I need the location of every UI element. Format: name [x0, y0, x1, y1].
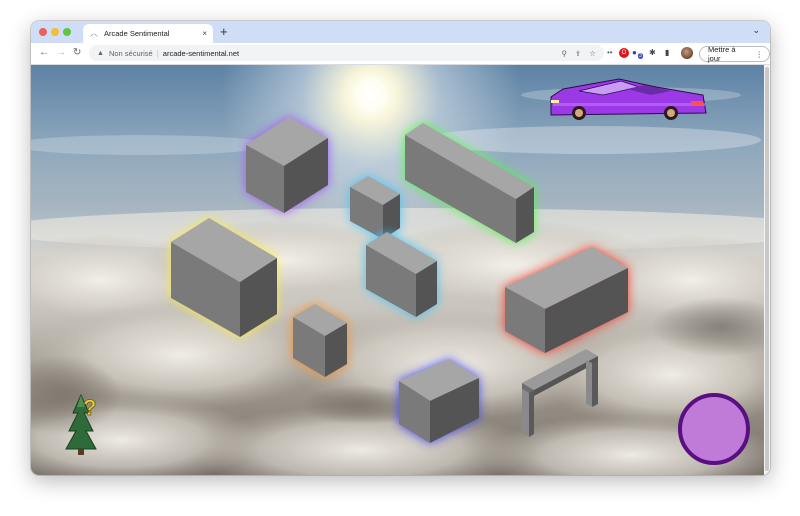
browser-window: ⸝⸜ Arcade Sentimental × + ⌄ ← → ↻ ▲ Non … [31, 21, 770, 475]
extension-badge-icon[interactable]: ● 3 [632, 47, 643, 59]
vertical-scrollbar[interactable] [764, 65, 770, 475]
tab-search-chevron-icon[interactable]: ⌄ [752, 25, 760, 36]
update-button[interactable]: Mettre à jour ⋮ [699, 45, 770, 63]
address-separator: | [156, 48, 159, 58]
action-button[interactable] [678, 393, 750, 465]
tab-title: Arcade Sentimental [104, 29, 170, 38]
puzzle-dots-icon[interactable]: •• [607, 47, 613, 59]
zoom-window-button[interactable] [63, 28, 71, 36]
update-button-label: Mettre à jour [708, 45, 736, 63]
tab-arcade-sentimental[interactable]: ⸝⸜ Arcade Sentimental × [83, 24, 213, 43]
url-text[interactable]: arcade-sentimental.net [163, 49, 562, 58]
reload-icon[interactable]: ↻ [73, 46, 81, 60]
browser-toolbar: ← → ↻ ▲ Non sécurisé | arcade-sentimenta… [31, 43, 770, 65]
question-mark-icon: ? [83, 395, 96, 420]
close-window-button[interactable] [39, 28, 47, 36]
forward-arrow-icon[interactable]: → [56, 46, 66, 60]
new-tab-button[interactable]: + [220, 24, 228, 40]
bookmark-star-icon[interactable]: ☆ [589, 49, 596, 58]
back-arrow-icon[interactable]: ← [39, 46, 49, 60]
scrollbar-thumb[interactable] [765, 67, 769, 471]
opera-extension-icon[interactable]: O [619, 48, 629, 58]
kebab-menu-icon[interactable]: ⋮ [756, 50, 764, 59]
side-panel-icon[interactable]: ▮ [665, 47, 669, 59]
warning-icon: ▲ [97, 49, 104, 57]
tab-close-icon[interactable]: × [202, 29, 207, 38]
zoom-search-icon[interactable]: ⚲ [561, 49, 567, 58]
extension-badge-count: 3 [638, 53, 643, 59]
extensions-icon[interactable]: ✱ [649, 47, 656, 59]
security-status[interactable]: Non sécurisé [109, 49, 153, 58]
minimize-window-button[interactable] [51, 28, 59, 36]
purple-delorean-car[interactable] [550, 78, 707, 120]
share-icon[interactable]: ⇪ [575, 49, 581, 58]
feather-icon: ⸝⸜ [90, 29, 98, 38]
address-bar[interactable]: ▲ Non sécurisé | arcade-sentimental.net … [89, 45, 604, 61]
purple-glow-block[interactable] [246, 117, 328, 213]
tab-strip: ⸝⸜ Arcade Sentimental × + ⌄ [31, 21, 770, 43]
profile-avatar[interactable] [681, 47, 693, 59]
game-viewport[interactable]: ? [31, 65, 764, 475]
game-canvas[interactable]: ? [31, 65, 764, 475]
